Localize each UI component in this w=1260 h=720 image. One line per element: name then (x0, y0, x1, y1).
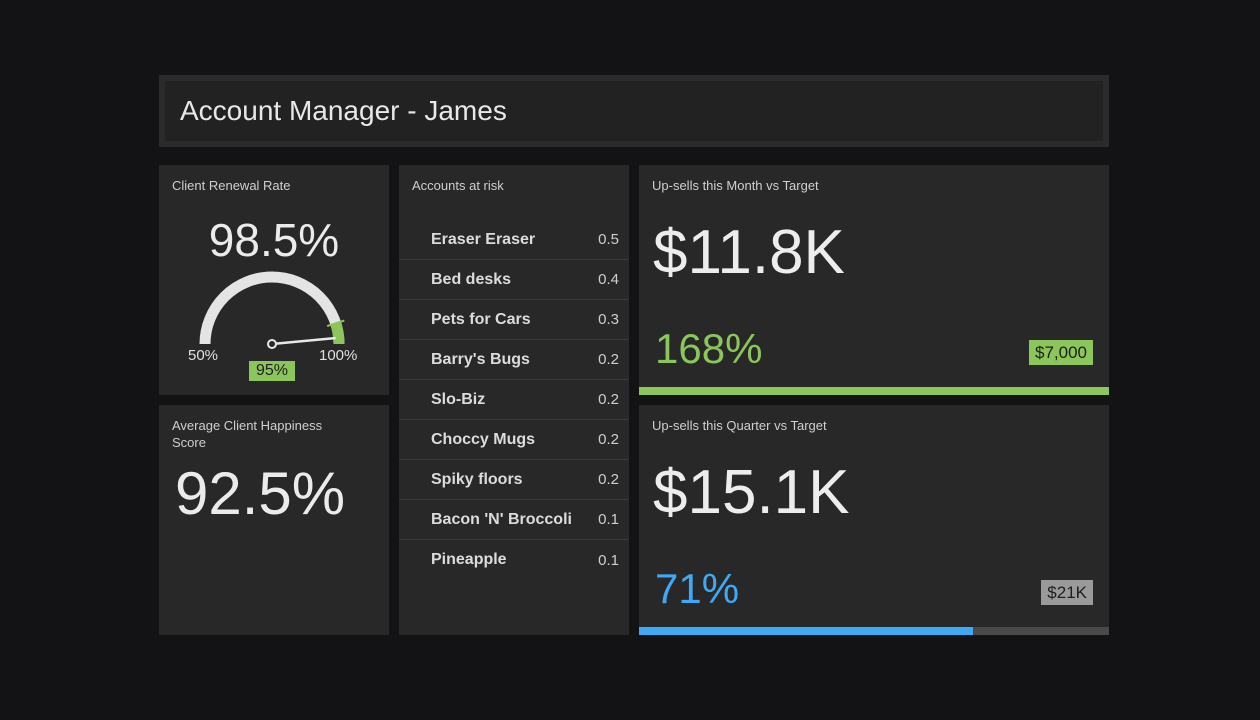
account-name: Bacon 'N' Broccoli (431, 510, 572, 528)
risk-score: 0.2 (598, 431, 619, 448)
tile-title: Accounts at risk (412, 178, 504, 193)
progress-track (639, 627, 1109, 635)
account-name: Slo-Biz (431, 390, 486, 408)
risk-score: 0.1 (598, 511, 619, 528)
risk-score: 0.5 (598, 231, 619, 248)
risk-score: 0.2 (598, 351, 619, 368)
tile-title: Up-sells this Month vs Target (652, 178, 819, 193)
risk-list-item[interactable]: Slo-Biz 0.2 (399, 380, 629, 420)
risk-list-item[interactable]: Spiky floors 0.2 (399, 460, 629, 500)
accounts-at-risk-tile[interactable]: Accounts at risk Eraser Eraser 0.5 Bed des… (399, 165, 629, 635)
risk-list: Eraser Eraser 0.5 Bed desks 0.4 Pets for Car… (399, 220, 629, 580)
risk-score: 0.1 (598, 551, 619, 569)
account-name: Pineapple (431, 551, 507, 568)
risk-score: 0.2 (598, 471, 619, 488)
risk-list-item[interactable]: Eraser Eraser 0.5 (399, 220, 629, 260)
upsells-quarter-target-badge: $21K (1041, 580, 1093, 605)
gauge-target-badge: 95% (249, 361, 295, 381)
progress-fill (639, 627, 973, 635)
upsells-quarter-percent: 71% (655, 565, 740, 612)
risk-list-item[interactable]: Barry's Bugs 0.2 (399, 340, 629, 380)
gauge-hub (267, 339, 277, 349)
risk-score: 0.2 (598, 391, 619, 408)
upsells-month-percent: 168% (655, 325, 763, 372)
risk-list-item[interactable]: Choccy Mugs 0.2 (399, 420, 629, 460)
dashboard-title: Account Manager - James (180, 95, 507, 126)
gauge-max-label: 100% (319, 347, 358, 364)
gauge-accent-band (330, 321, 345, 345)
renewal-rate-tile[interactable]: Client Renewal Rate 98.5% 50% 100% 95% (159, 165, 389, 395)
tile-title: Average Client Happiness Score (172, 418, 323, 450)
header-inner: Account Manager - James (165, 81, 1103, 141)
account-name: Choccy Mugs (431, 430, 536, 448)
dashboard-header: Account Manager - James (159, 75, 1109, 147)
account-name: Bed desks (431, 270, 512, 288)
happiness-score-value: 92.5% (175, 460, 346, 527)
tile-title: Up-sells this Quarter vs Target (652, 418, 827, 433)
account-name: Barry's Bugs (431, 350, 530, 368)
upsells-quarter-tile[interactable]: Up-sells this Quarter vs Target $15.1K 7… (639, 405, 1109, 635)
risk-list-item[interactable]: Bed desks 0.4 (399, 260, 629, 300)
progress-fill (639, 387, 1109, 395)
risk-score: 0.4 (598, 271, 619, 288)
upsells-month-value: $11.8K (653, 218, 845, 287)
upsells-month-target-badge: $7,000 (1029, 340, 1093, 365)
gauge-min-label: 50% (188, 347, 219, 364)
risk-score: 0.3 (598, 311, 619, 328)
gauge-track (199, 271, 345, 345)
upsells-month-tile[interactable]: Up-sells this Month vs Target $11.8K 168… (639, 165, 1109, 395)
risk-list-item[interactable]: Pineapple 0.1 (399, 540, 629, 580)
account-name: Pets for Cars (431, 310, 531, 328)
account-name: Spiky floors (431, 470, 523, 488)
account-name: Eraser Eraser (431, 230, 536, 248)
progress-track (639, 387, 1109, 395)
gauge-needle (270, 336, 336, 346)
risk-list-item[interactable]: Pets for Cars 0.3 (399, 300, 629, 340)
upsells-quarter-value: $15.1K (653, 458, 850, 527)
happiness-score-tile[interactable]: Average Client Happiness Score 92.5% (159, 405, 389, 635)
risk-list-item[interactable]: Bacon 'N' Broccoli 0.1 (399, 500, 629, 540)
